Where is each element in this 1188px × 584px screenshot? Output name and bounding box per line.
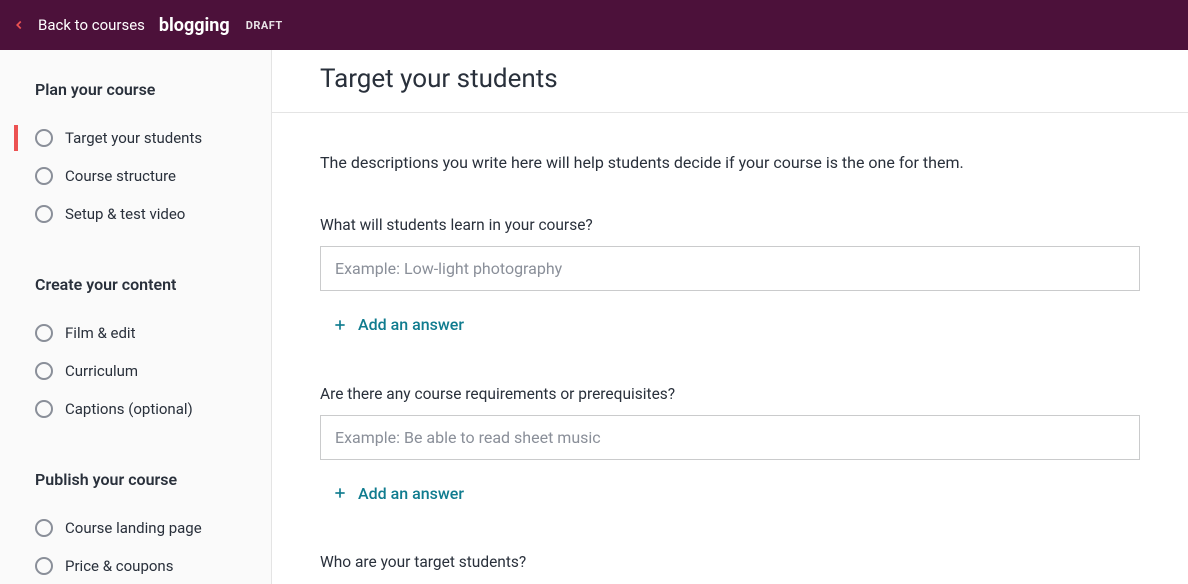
- sidebar-item-label: Price & coupons: [65, 557, 173, 575]
- add-answer-button[interactable]: Add an answer: [320, 315, 464, 334]
- back-to-courses-link[interactable]: Back to courses: [38, 16, 145, 34]
- sidebar-item-label: Curriculum: [65, 362, 138, 380]
- circle-icon: [35, 324, 53, 342]
- add-answer-label: Add an answer: [358, 315, 464, 334]
- chevron-left-icon[interactable]: [12, 18, 26, 32]
- question-block-learn: What will students learn in your course?…: [320, 216, 1140, 337]
- sidebar-item-label: Captions (optional): [65, 400, 193, 418]
- sidebar-item-label: Course structure: [65, 167, 176, 185]
- sidebar-item-course-structure[interactable]: Course structure: [0, 157, 271, 195]
- question-label: Who are your target students?: [320, 553, 1140, 571]
- circle-icon: [35, 519, 53, 537]
- add-answer-button[interactable]: Add an answer: [320, 484, 464, 503]
- sidebar-item-captions[interactable]: Captions (optional): [0, 390, 271, 428]
- page-title: Target your students: [320, 64, 1140, 94]
- question-label: Are there any course requirements or pre…: [320, 385, 1140, 403]
- circle-icon: [35, 557, 53, 575]
- page-header: Target your students: [272, 50, 1188, 113]
- sidebar-item-setup-test-video[interactable]: Setup & test video: [0, 195, 271, 233]
- sidebar: Plan your course Target your students Co…: [0, 50, 272, 584]
- sidebar-item-label: Film & edit: [65, 324, 135, 342]
- question-block-target-students: Who are your target students?: [320, 553, 1140, 571]
- status-badge: DRAFT: [246, 19, 283, 32]
- sidebar-section-title: Create your content: [0, 275, 271, 314]
- plus-icon: [332, 485, 348, 501]
- course-name: blogging: [159, 15, 230, 36]
- add-answer-label: Add an answer: [358, 484, 464, 503]
- learn-input[interactable]: [320, 246, 1140, 291]
- sidebar-item-landing-page[interactable]: Course landing page: [0, 509, 271, 547]
- circle-icon: [35, 205, 53, 223]
- intro-text: The descriptions you write here will hel…: [320, 153, 1140, 172]
- question-block-requirements: Are there any course requirements or pre…: [320, 385, 1140, 506]
- circle-icon: [35, 129, 53, 147]
- circle-icon: [35, 362, 53, 380]
- sidebar-item-curriculum[interactable]: Curriculum: [0, 352, 271, 390]
- sidebar-item-label: Course landing page: [65, 519, 202, 537]
- sidebar-item-label: Target your students: [65, 129, 202, 147]
- requirements-input[interactable]: [320, 415, 1140, 460]
- sidebar-section-title: Plan your course: [0, 80, 271, 119]
- plus-icon: [332, 317, 348, 333]
- sidebar-item-label: Setup & test video: [65, 205, 185, 223]
- top-bar: Back to courses blogging DRAFT: [0, 0, 1188, 50]
- circle-icon: [35, 167, 53, 185]
- sidebar-item-target-students[interactable]: Target your students: [0, 119, 271, 157]
- question-label: What will students learn in your course?: [320, 216, 1140, 234]
- sidebar-item-film-edit[interactable]: Film & edit: [0, 314, 271, 352]
- main-content: Target your students The descriptions yo…: [272, 50, 1188, 584]
- circle-icon: [35, 400, 53, 418]
- sidebar-section-title: Publish your course: [0, 470, 271, 509]
- sidebar-item-price-coupons[interactable]: Price & coupons: [0, 547, 271, 584]
